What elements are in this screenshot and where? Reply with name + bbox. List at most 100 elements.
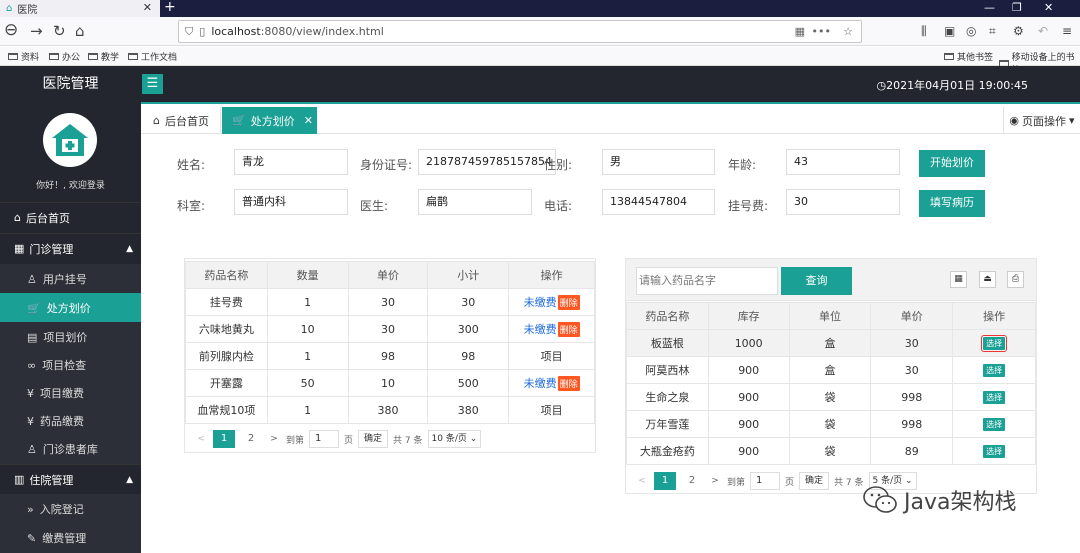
close-icon[interactable]: ✕ (304, 114, 313, 127)
sidebar-group-inpatient[interactable]: ▥ 住院管理 ▲ (0, 464, 141, 494)
doctor-field[interactable]: 扁鹊 (418, 189, 532, 215)
sidebar-item-home[interactable]: ⌂ 后台首页 (0, 202, 141, 232)
bookmark-folder[interactable]: 教学 (88, 50, 119, 63)
sidebar-item-label: 入院登记 (39, 503, 84, 516)
home-icon[interactable]: ⌂ (75, 22, 85, 40)
cell: 300 (427, 315, 510, 343)
library-icon[interactable]: ⫼ (921, 24, 927, 39)
menu-icon[interactable]: ≡ (1062, 24, 1072, 38)
url-bar[interactable]: ⛉ ▯ localhost :8080/view/index.html ▦ ••… (178, 20, 862, 43)
page-ops-label: 页面操作 (1022, 114, 1067, 128)
extension-icon[interactable]: ⚙ (1013, 24, 1024, 38)
sidebar-item-patient-db[interactable]: ♙ 门诊患者库 (0, 434, 141, 464)
watermark: Java架构栈 (862, 484, 1016, 516)
cell: 六味地黄丸 (185, 315, 268, 343)
select-button[interactable]: 选择 (983, 364, 1006, 377)
page-2-button[interactable]: 2 (681, 472, 703, 490)
fill-record-button[interactable]: 填写病历 (919, 190, 985, 217)
page-input[interactable]: 1 (309, 430, 340, 448)
prev-page-button[interactable]: < (194, 434, 208, 444)
back-icon[interactable]: ⊖ (4, 20, 18, 40)
bookmark-folder[interactable]: 资料 (8, 50, 39, 63)
table-row: 生命之泉 900 袋 998 选择 (626, 383, 1036, 411)
dept-field[interactable]: 普通内科 (234, 189, 348, 215)
tab-label: 后台首页 (164, 114, 209, 128)
crop-icon[interactable]: ⌗ (989, 24, 996, 39)
undo-icon[interactable]: ↶ (1038, 24, 1048, 38)
forward-icon[interactable]: → (30, 22, 43, 40)
tab-prescription[interactable]: 🛒 处方划价 ✕ (222, 107, 317, 134)
menu-toggle-icon[interactable]: ☰ (142, 74, 163, 94)
gender-field[interactable]: 男 (602, 149, 715, 175)
select-button[interactable]: 选择 (981, 335, 1008, 352)
id-field[interactable]: 218787459785157854 (418, 149, 556, 175)
reload-icon[interactable]: ↻ (53, 22, 66, 40)
phone-field[interactable]: 13844547804 (602, 189, 715, 215)
age-field[interactable]: 43 (786, 149, 900, 175)
page-1-button[interactable]: 1 (213, 430, 235, 448)
delete-button[interactable]: 删除 (557, 295, 580, 310)
start-pricing-button[interactable]: 开始划价 (919, 150, 985, 177)
minimize-icon[interactable]: — (984, 1, 995, 14)
cell: 1 (266, 342, 349, 370)
sidebar-group-outpatient[interactable]: ▦ 门诊管理 ▲ (0, 233, 141, 263)
page-1-button[interactable]: 1 (654, 472, 676, 490)
screenshot-icon[interactable]: ◎ (966, 24, 976, 38)
window-close-icon[interactable]: ✕ (1044, 1, 1053, 14)
caret-down-icon: ▾ (1069, 114, 1075, 127)
select-button[interactable]: 选择 (983, 418, 1006, 431)
page-ops-dropdown[interactable]: ◉ 页面操作 ▾ (1003, 107, 1080, 134)
sidebar-item-item-pricing[interactable]: ▤ 项目划价 (0, 322, 141, 352)
sidebar-icon[interactable]: ▣ (944, 24, 955, 38)
cell: 生命之泉 (626, 383, 709, 411)
qr-icon[interactable]: ▦ (795, 25, 805, 38)
tab-home[interactable]: ⌂ 后台首页 (141, 107, 221, 134)
bookmark-folder[interactable]: 其他书签 (944, 50, 993, 63)
sidebar-item-item-payment[interactable]: ¥ 项目缴费 (0, 378, 141, 408)
per-page-select[interactable]: 10 条/页 ⌄ (427, 430, 482, 448)
columns-icon[interactable]: ▦ (950, 271, 967, 288)
sidebar-item-prescription[interactable]: 🛒 处方划价 (0, 293, 141, 323)
print-icon[interactable]: ⎙ (1007, 271, 1024, 288)
cell: 1000 (707, 329, 790, 357)
close-tab-icon[interactable]: ✕ (143, 1, 152, 14)
page-input[interactable]: 1 (750, 472, 781, 490)
table-row: 阿莫西林 900 盒 30 选择 (626, 356, 1036, 384)
folder-icon (88, 53, 98, 60)
chevron-down-icon: ⌄ (469, 434, 478, 444)
next-page-button[interactable]: > (708, 476, 722, 486)
sidebar-item-drug-payment[interactable]: ¥ 药品缴费 (0, 406, 141, 436)
new-tab-icon[interactable]: + (164, 0, 176, 15)
delete-button[interactable]: 删除 (557, 322, 580, 337)
name-field[interactable]: 青龙 (234, 149, 348, 175)
bookmark-folder[interactable]: 办公 (49, 50, 80, 63)
star-icon[interactable]: ☆ (843, 25, 853, 38)
datetime-text: 2021年04月01日 19:00:45 (886, 79, 1028, 92)
gender-label: 性别: (544, 158, 573, 172)
drug-search-input[interactable]: 请输入药品名字 (636, 267, 778, 295)
sidebar-item-inspection[interactable]: ∞ 项目检查 (0, 350, 141, 380)
restore-icon[interactable]: ❐ (1012, 1, 1022, 14)
cell: 盒 (788, 329, 872, 357)
more-icon[interactable]: ••• (812, 25, 831, 38)
confirm-page-button[interactable]: 确定 (358, 430, 389, 448)
select-button[interactable]: 选择 (983, 391, 1006, 404)
bookmark-folder[interactable]: 工作文档 (128, 50, 177, 63)
next-page-button[interactable]: > (267, 434, 281, 444)
confirm-page-button[interactable]: 确定 (799, 472, 830, 490)
delete-button[interactable]: 删除 (557, 376, 580, 391)
prev-page-button[interactable]: < (635, 476, 649, 486)
cell: 袋 (788, 410, 872, 438)
page-2-button[interactable]: 2 (240, 430, 262, 448)
fee-field[interactable]: 30 (786, 189, 900, 215)
browser-tab[interactable]: ⌂ 医院 ✕ (0, 0, 160, 17)
export-icon[interactable]: ⏏ (979, 271, 996, 288)
cell: 998 (870, 383, 954, 411)
sidebar-item-registration[interactable]: ♙ 用户挂号 (0, 264, 141, 294)
query-button[interactable]: 查询 (781, 267, 852, 295)
cell: 998 (870, 410, 954, 438)
select-button[interactable]: 选择 (983, 445, 1006, 458)
sidebar-item-admission[interactable]: » 入院登记 (0, 494, 141, 524)
watermark-text: Java架构栈 (904, 490, 1017, 515)
home-icon: ⌂ (153, 114, 160, 127)
